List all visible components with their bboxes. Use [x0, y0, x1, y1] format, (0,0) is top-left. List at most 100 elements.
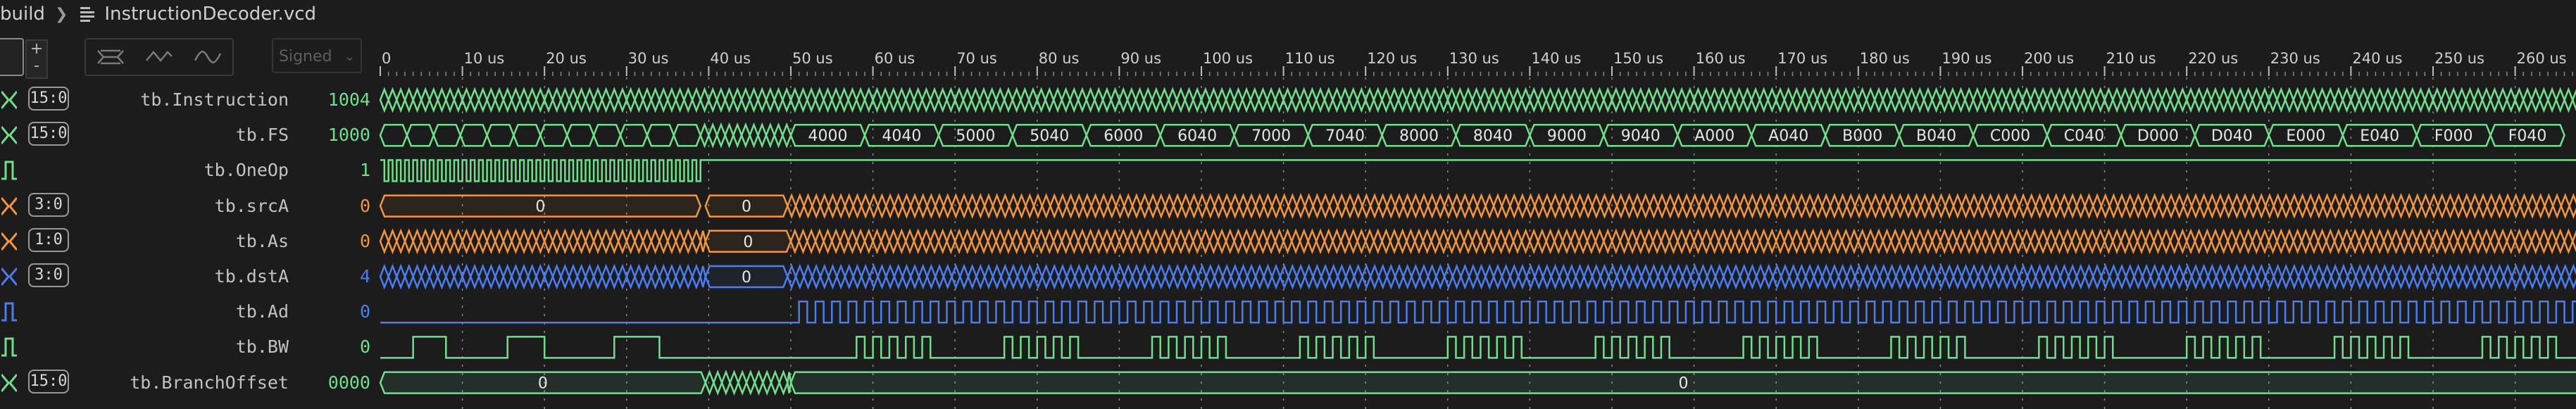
bus-segment: [1632, 263, 1643, 290]
bus-segment: [962, 228, 973, 255]
bus-segment: [1008, 193, 1019, 220]
bus-segment: [1044, 228, 1055, 255]
bus-segment: [2169, 228, 2180, 255]
bus-segment: [2018, 193, 2029, 220]
bus-segment: [2062, 228, 2073, 255]
bus-segment: [2158, 193, 2168, 220]
bus-segment: [995, 87, 1006, 113]
bus-segment: [1238, 263, 1249, 290]
bus-segment: [934, 193, 945, 220]
bus-segment: [1411, 263, 1421, 290]
bus-segment: [1027, 228, 1039, 255]
bus-segment: [1435, 263, 1446, 290]
bus-segment: [868, 263, 879, 290]
bus-segment: [379, 228, 390, 255]
bus-segment: [2317, 87, 2327, 113]
bus-segment: [1468, 193, 1479, 220]
bus-value-label: 9000: [1547, 127, 1587, 145]
bus-segment: [1985, 263, 1996, 290]
bus-segment: [740, 87, 751, 113]
timeline-label: 50 us: [792, 50, 833, 67]
bus-segment: [1164, 263, 1175, 290]
bus-segment: [1841, 87, 1851, 113]
bus-segment: [1270, 193, 1282, 220]
bus-segment: [1887, 193, 1897, 220]
bus-segment: [1446, 228, 1457, 255]
bus-segment: [1348, 228, 1358, 255]
bus-segment: [921, 87, 932, 113]
bus-segment: [584, 263, 595, 290]
bus-segment: [1173, 193, 1183, 220]
bus-segment: [1471, 87, 1482, 113]
bus-segment: [1353, 193, 1363, 220]
bus-segment: [420, 228, 431, 255]
bus-segment: [962, 87, 973, 113]
bus-segment: [958, 193, 970, 220]
bus-segment: [1701, 228, 1712, 255]
bus-segment: [942, 263, 953, 290]
waveform-viewer[interactable]: 0 10 us 20 us 30 us 40 us 50 us 60 us 70 us 80 u…: [0, 0, 2576, 409]
bus-segment: [1534, 193, 1544, 220]
bus-segment: [2363, 193, 2374, 220]
bus-segment: [1175, 87, 1187, 113]
bus-segment: [1931, 87, 1942, 113]
bus-segment: [1558, 193, 1569, 220]
bus-segment: [1123, 193, 1134, 220]
bus-segment: [2268, 228, 2278, 255]
bus-segment: [1427, 193, 1437, 220]
bus-segment: [1249, 87, 1260, 113]
bus-segment: [1184, 228, 1194, 255]
bus-segment: [1504, 228, 1515, 255]
bus-segment: [704, 370, 715, 396]
bus-segment: [1804, 263, 1815, 290]
bus-segment: [2092, 193, 2103, 220]
bus-segment: [1796, 193, 1807, 220]
bus-segment: [1110, 228, 1120, 255]
bus-segment: [1110, 87, 1120, 113]
bus-segment: [1041, 193, 1051, 220]
bus-segment: [2182, 193, 2193, 220]
bus-segment: [2149, 263, 2160, 290]
bus-segment: [2256, 263, 2267, 290]
bus-segment: [1961, 193, 1971, 220]
bus-segment: [1205, 193, 1215, 220]
bus-segment: [2042, 263, 2053, 290]
bus-value-label: 7040: [1325, 127, 1365, 145]
bus-segment: [844, 193, 854, 220]
bus-segment: [502, 263, 513, 290]
bus-segment: [1263, 193, 1273, 220]
bus-segment: [884, 193, 896, 220]
bus-segment: [2030, 228, 2040, 255]
bus-segment: [1164, 193, 1175, 220]
bus-segment: [1882, 87, 1892, 113]
bus-segment: [1878, 193, 1889, 220]
bus-segment: [1512, 87, 1523, 113]
bus-segment: [1328, 263, 1339, 290]
bus-segment: [2059, 193, 2070, 220]
bus-segment: [2555, 87, 2565, 113]
bus-segment: [2472, 87, 2484, 113]
bus-segment: [1274, 228, 1284, 255]
bus-segment: [2560, 263, 2570, 290]
bus-segment: [1451, 193, 1462, 220]
bus-segment: [2153, 87, 2163, 113]
bus-segment: [642, 87, 653, 113]
bus-segment: [2539, 228, 2549, 255]
bus-segment: [1824, 87, 1835, 113]
bus-segment: [1758, 228, 1769, 255]
bus-value-label: 8040: [1473, 127, 1513, 145]
bus-segment: [2325, 228, 2336, 255]
bus-segment: [2432, 87, 2443, 113]
bus-segment: [691, 263, 702, 290]
bus-segment: [1977, 263, 1988, 290]
bus-segment: [1082, 263, 1093, 290]
bus-segment: [2322, 263, 2332, 290]
bus-segment: [929, 87, 940, 113]
bus-segment: [2453, 193, 2464, 220]
bus-segment: [1772, 193, 1782, 220]
bus-segment: [1189, 193, 1199, 220]
bus-segment: [1381, 87, 1392, 113]
bus-segment: [2084, 263, 2094, 290]
bus-segment: [2366, 228, 2377, 255]
timeline-label: 60 us: [875, 50, 915, 67]
